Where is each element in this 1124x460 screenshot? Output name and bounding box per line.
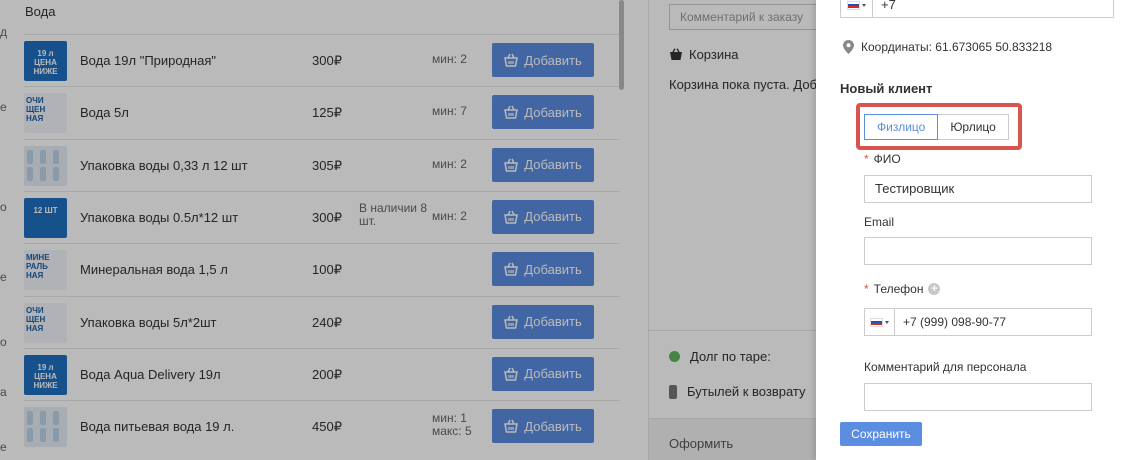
staff-comment-label-text: Комментарий для персонала bbox=[864, 360, 1027, 374]
email-input[interactable] bbox=[864, 237, 1092, 265]
address-phone-field[interactable]: +7 bbox=[840, 0, 1114, 18]
required-asterisk: * bbox=[864, 152, 869, 166]
save-button[interactable]: Сохранить bbox=[840, 422, 922, 446]
country-select[interactable] bbox=[841, 0, 873, 17]
fio-label: * ФИО bbox=[864, 152, 901, 166]
phone-value: +7 (999) 098-90-77 bbox=[903, 315, 1007, 329]
russia-flag-icon bbox=[847, 0, 860, 10]
fio-input[interactable]: Тестировщик bbox=[864, 175, 1092, 203]
new-client-title: Новый клиент bbox=[840, 81, 933, 96]
caret-down-icon bbox=[862, 3, 866, 7]
phone-label-text: Телефон bbox=[873, 282, 924, 296]
phone-label: * Телефон + bbox=[864, 282, 941, 296]
add-phone-icon[interactable]: + bbox=[928, 283, 941, 295]
email-label: Email bbox=[864, 215, 894, 229]
russia-flag-icon bbox=[870, 317, 883, 327]
tab-individual[interactable]: Физлицо bbox=[864, 114, 939, 140]
modal-overlay[interactable] bbox=[0, 0, 816, 460]
new-client-panel: +7 Координаты: 61.673065 50.833218 Новый… bbox=[816, 0, 1124, 460]
caret-down-icon bbox=[885, 320, 889, 324]
client-type-tabs: Физлицо Юрлицо bbox=[864, 114, 1009, 140]
email-label-text: Email bbox=[864, 215, 895, 229]
country-select[interactable] bbox=[865, 309, 895, 335]
staff-comment-label: Комментарий для персонала bbox=[864, 360, 1026, 374]
coordinates-text: Координаты: 61.673065 50.833218 bbox=[861, 40, 1053, 54]
coordinates: Координаты: 61.673065 50.833218 bbox=[843, 40, 1052, 54]
staff-comment-input[interactable] bbox=[864, 383, 1092, 411]
fio-label-text: ФИО bbox=[873, 152, 901, 166]
tab-company[interactable]: Юрлицо bbox=[938, 114, 1009, 140]
required-asterisk: * bbox=[864, 282, 869, 296]
phone-input[interactable]: +7 (999) 098-90-77 bbox=[864, 308, 1092, 336]
location-pin-icon bbox=[843, 40, 854, 54]
address-phone-value: +7 bbox=[881, 0, 896, 12]
